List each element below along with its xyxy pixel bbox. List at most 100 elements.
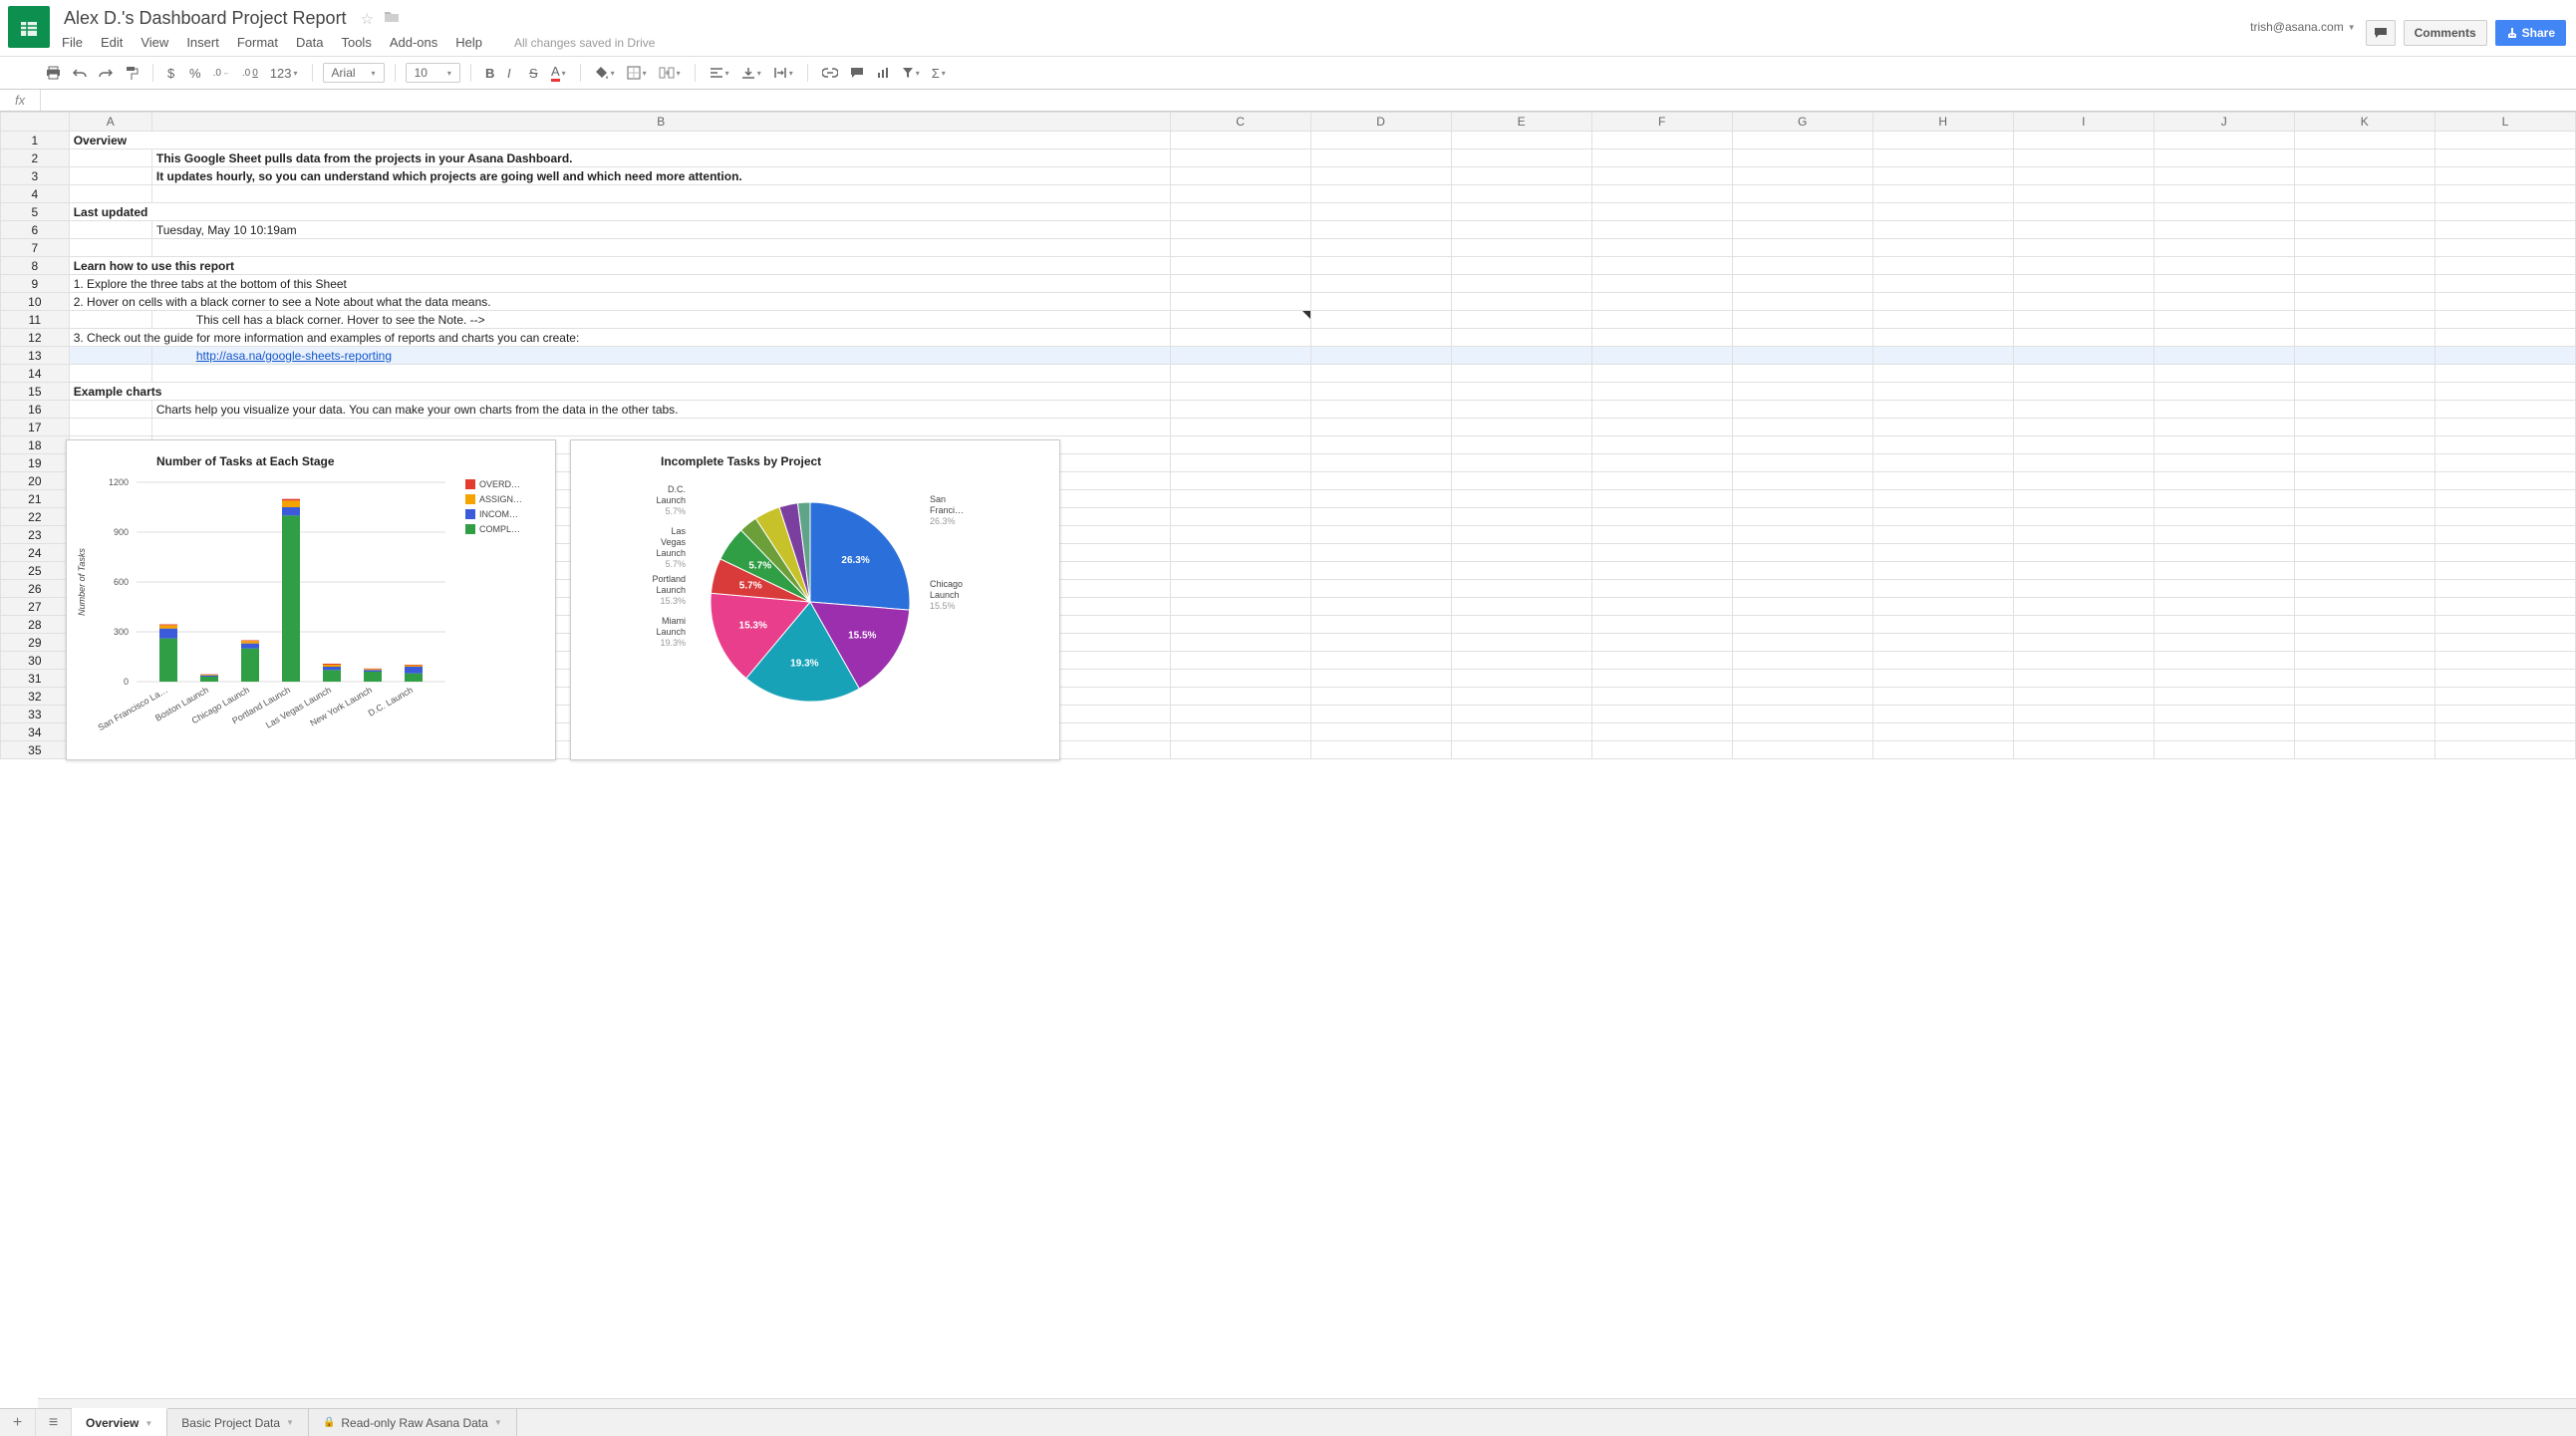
cell[interactable]	[2294, 221, 2434, 239]
cell[interactable]	[1732, 454, 1872, 472]
cell[interactable]	[1872, 508, 2013, 526]
cell[interactable]	[1872, 544, 2013, 562]
cell[interactable]	[1170, 419, 1310, 436]
cell[interactable]	[1591, 185, 1732, 203]
cell[interactable]	[2153, 347, 2294, 365]
cell[interactable]	[1872, 598, 2013, 616]
cell[interactable]	[1310, 706, 1451, 723]
cell[interactable]	[1451, 203, 1591, 221]
cell[interactable]	[1310, 741, 1451, 759]
cell[interactable]	[1872, 634, 2013, 652]
cell[interactable]	[2153, 383, 2294, 401]
cell[interactable]	[1872, 383, 2013, 401]
cell[interactable]	[2013, 401, 2153, 419]
cell[interactable]	[2434, 544, 2575, 562]
cell[interactable]	[1872, 203, 2013, 221]
cell[interactable]	[2434, 508, 2575, 526]
cell[interactable]	[2294, 149, 2434, 167]
cell[interactable]	[2153, 329, 2294, 347]
cell[interactable]	[1310, 239, 1451, 257]
undo-icon[interactable]	[69, 64, 91, 82]
cell[interactable]	[2434, 311, 2575, 329]
cell[interactable]	[2434, 526, 2575, 544]
comments-button[interactable]: Comments	[2404, 20, 2487, 46]
cell[interactable]	[1451, 544, 1591, 562]
cell[interactable]	[2153, 580, 2294, 598]
cell[interactable]	[1310, 185, 1451, 203]
cell[interactable]: Last updated	[69, 203, 1170, 221]
cell[interactable]	[1872, 526, 2013, 544]
cell[interactable]	[2434, 634, 2575, 652]
cell[interactable]	[1591, 670, 1732, 688]
fill-color-icon[interactable]: ▾	[591, 63, 619, 83]
cell[interactable]	[1170, 221, 1310, 239]
row-header[interactable]: 21	[1, 490, 70, 508]
cell[interactable]	[1170, 149, 1310, 167]
borders-icon[interactable]: ▾	[623, 63, 651, 83]
col-K[interactable]: K	[2294, 113, 2434, 132]
col-G[interactable]: G	[1732, 113, 1872, 132]
cell[interactable]	[1170, 383, 1310, 401]
cell[interactable]	[1170, 401, 1310, 419]
cell[interactable]	[2294, 454, 2434, 472]
cell[interactable]	[1872, 670, 2013, 688]
cell[interactable]	[2294, 383, 2434, 401]
cell[interactable]	[2013, 419, 2153, 436]
row-header[interactable]: 1	[1, 132, 70, 149]
cell[interactable]	[1872, 454, 2013, 472]
cell[interactable]	[1732, 149, 1872, 167]
cell[interactable]	[2153, 149, 2294, 167]
row-header[interactable]: 10	[1, 293, 70, 311]
cell[interactable]	[1310, 221, 1451, 239]
cell[interactable]	[151, 419, 1170, 436]
cell[interactable]	[2294, 634, 2434, 652]
functions-icon[interactable]: Σ ▾	[928, 63, 950, 84]
cell[interactable]	[1170, 454, 1310, 472]
cell[interactable]	[2013, 634, 2153, 652]
row-header[interactable]: 31	[1, 670, 70, 688]
font-family-select[interactable]: Arial▾	[323, 63, 385, 83]
h-align-icon[interactable]: ▾	[706, 64, 733, 82]
row-header[interactable]: 3	[1, 167, 70, 185]
cell[interactable]	[1451, 329, 1591, 347]
cell[interactable]	[1170, 347, 1310, 365]
cell[interactable]	[2434, 347, 2575, 365]
cell[interactable]	[1170, 706, 1310, 723]
cell[interactable]: This cell has a black corner. Hover to s…	[151, 311, 1170, 329]
cell[interactable]	[2153, 167, 2294, 185]
row-header[interactable]: 25	[1, 562, 70, 580]
cell[interactable]	[1310, 257, 1451, 275]
cell[interactable]	[2294, 723, 2434, 741]
row-header[interactable]: 4	[1, 185, 70, 203]
cell[interactable]	[1872, 239, 2013, 257]
column-headers[interactable]: A B C D E F G H I J K L	[1, 113, 2576, 132]
cell[interactable]: Tuesday, May 10 10:19am	[151, 221, 1170, 239]
cell[interactable]	[2013, 221, 2153, 239]
cell[interactable]	[1451, 239, 1591, 257]
cell[interactable]	[1310, 544, 1451, 562]
cell[interactable]	[2294, 167, 2434, 185]
menu-edit[interactable]: Edit	[101, 35, 123, 50]
cell[interactable]	[2153, 562, 2294, 580]
cell[interactable]	[1591, 562, 1732, 580]
cell[interactable]	[2013, 580, 2153, 598]
cell[interactable]	[1872, 401, 2013, 419]
cell[interactable]	[1732, 419, 1872, 436]
cell[interactable]	[1310, 203, 1451, 221]
cell[interactable]	[2294, 670, 2434, 688]
cell[interactable]	[69, 311, 151, 329]
cell[interactable]	[1732, 652, 1872, 670]
col-E[interactable]: E	[1451, 113, 1591, 132]
cell[interactable]	[1732, 401, 1872, 419]
cell[interactable]	[2153, 419, 2294, 436]
cell[interactable]	[1170, 472, 1310, 490]
cell[interactable]	[2013, 293, 2153, 311]
col-F[interactable]: F	[1591, 113, 1732, 132]
row-header[interactable]: 26	[1, 580, 70, 598]
cell[interactable]	[1170, 688, 1310, 706]
cell[interactable]	[1732, 472, 1872, 490]
cell[interactable]	[2153, 132, 2294, 149]
cell[interactable]	[1872, 275, 2013, 293]
cell[interactable]	[1170, 132, 1310, 149]
row-header[interactable]: 23	[1, 526, 70, 544]
